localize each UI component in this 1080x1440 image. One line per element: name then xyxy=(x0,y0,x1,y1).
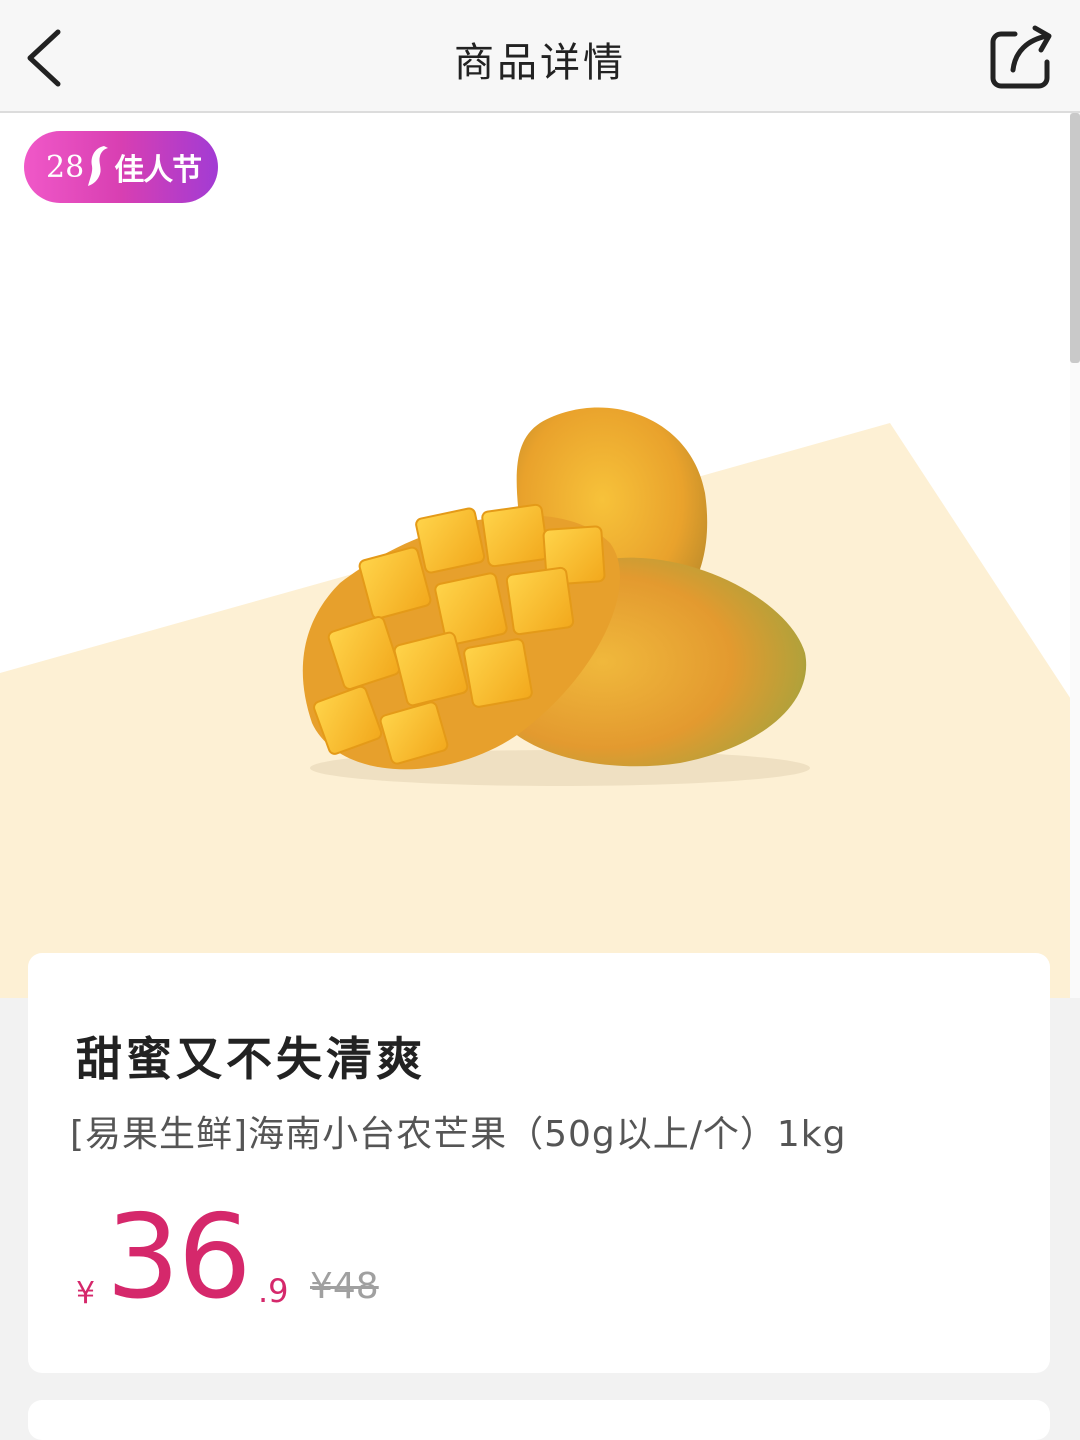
price-integer: 36 xyxy=(106,1190,252,1325)
scrollbar-track[interactable] xyxy=(1070,113,1080,998)
original-price: ¥48 xyxy=(310,1266,379,1307)
product-image-area[interactable]: 28 佳人节 xyxy=(0,113,1080,998)
price-row: ¥ 36 .9 ¥48 xyxy=(76,1198,676,1318)
woman-silhouette-icon xyxy=(88,146,109,186)
share-button[interactable] xyxy=(985,22,1057,92)
product-info-card: 甜蜜又不失清爽 [易果生鲜]海南小台农芒果（50g以上/个）1kg ¥ 36 .… xyxy=(28,953,1050,1373)
promo-number: 28 xyxy=(46,149,85,185)
scrollbar-thumb[interactable] xyxy=(1070,113,1080,363)
mango-product-image xyxy=(0,407,1080,998)
top-nav-bar: 商品详情 xyxy=(0,0,1080,113)
product-tagline: 甜蜜又不失清爽 xyxy=(76,1032,426,1086)
promo-label: 佳人节 xyxy=(114,153,202,188)
promo-badge[interactable]: 28 佳人节 xyxy=(24,131,218,203)
product-name: [易果生鲜]海南小台农芒果（50g以上/个）1kg xyxy=(70,1114,847,1155)
next-card-edge xyxy=(28,1400,1050,1440)
price-decimal: .9 xyxy=(258,1272,289,1310)
price-currency: ¥ xyxy=(76,1276,96,1311)
share-icon xyxy=(990,25,1052,89)
page-title: 商品详情 xyxy=(454,40,626,86)
